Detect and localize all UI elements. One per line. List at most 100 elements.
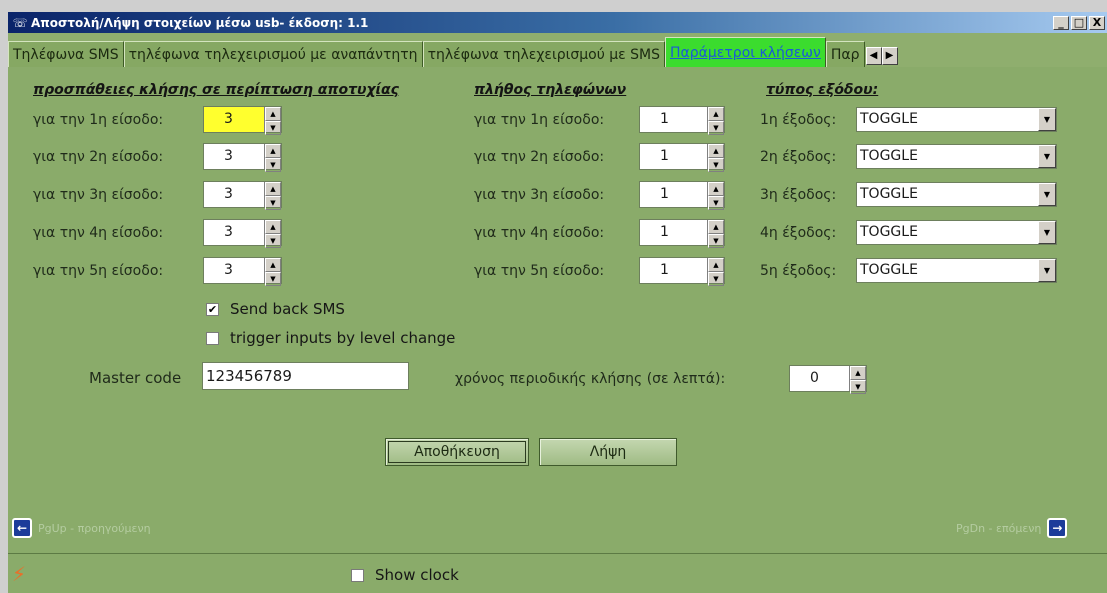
chevron-down-icon[interactable]: ▼ [1038, 108, 1056, 131]
show-clock-label: Show clock [375, 566, 459, 584]
chevron-down-icon[interactable]: ▼ [1038, 221, 1056, 244]
stepper-up-icon[interactable]: ▲ [708, 107, 724, 121]
phones-label-5: για την 5η είσοδο: [474, 263, 605, 279]
plug-connected-icon: ⚡ [12, 562, 27, 586]
stepper-down-icon[interactable]: ▼ [708, 121, 724, 135]
stepper-down-icon[interactable]: ▼ [265, 196, 281, 210]
output-select-2[interactable]: TOGGLE ▼ [856, 144, 1057, 169]
attempts-label-3: για την 3η είσοδο: [33, 187, 164, 203]
phones-label-2: για την 2η είσοδο: [474, 149, 605, 165]
stepper-up-icon[interactable]: ▲ [265, 220, 281, 234]
phones-stepper-4[interactable]: 1 ▲ ▼ [639, 219, 725, 248]
phones-value-4[interactable]: 1 [640, 220, 707, 245]
output-select-5[interactable]: TOGGLE ▼ [856, 258, 1057, 283]
attempts-value-2[interactable]: 3 [204, 144, 264, 169]
phones-stepper-1[interactable]: 1 ▲ ▼ [639, 106, 725, 135]
prev-page-label: PgUp - προηγούμενη [38, 521, 151, 535]
stepper-down-icon[interactable]: ▼ [265, 272, 281, 286]
show-clock-checkbox[interactable]: Show clock [351, 566, 459, 584]
arrow-left-icon[interactable]: ← [12, 518, 32, 538]
output-select-1[interactable]: TOGGLE ▼ [856, 107, 1057, 132]
trigger-level-checkbox[interactable]: trigger inputs by level change [206, 329, 455, 347]
phones-value-1[interactable]: 1 [640, 107, 707, 132]
phones-stepper-3[interactable]: 1 ▲ ▼ [639, 181, 725, 210]
phones-label-1: για την 1η είσοδο: [474, 112, 605, 128]
stepper-up-icon[interactable]: ▲ [708, 220, 724, 234]
phones-value-3[interactable]: 1 [640, 182, 707, 207]
phones-stepper-5[interactable]: 1 ▲ ▼ [639, 257, 725, 286]
tab-remote-sms[interactable]: τηλέφωνα τηλεχειρισμού με SMS [422, 41, 666, 67]
attempts-label-4: για την 4η είσοδο: [33, 225, 164, 241]
phones-value-2[interactable]: 1 [640, 144, 707, 169]
save-button[interactable]: Αποθήκευση [385, 438, 529, 466]
stepper-down-icon[interactable]: ▼ [265, 158, 281, 172]
send-back-sms-checkbox[interactable]: ✔ Send back SMS [206, 300, 345, 318]
attempts-value-3[interactable]: 3 [204, 182, 264, 207]
phones-value-5[interactable]: 1 [640, 258, 707, 283]
output-select-3[interactable]: TOGGLE ▼ [856, 182, 1057, 207]
stepper-down-icon[interactable]: ▼ [708, 272, 724, 286]
stepper-up-icon[interactable]: ▲ [265, 182, 281, 196]
stepper-down-icon[interactable]: ▼ [708, 234, 724, 248]
attempts-stepper-1[interactable]: 3 ▲ ▼ [203, 106, 282, 135]
attempts-heading: προσπάθειες κλήσης σε περίπτωση αποτυχία… [33, 82, 399, 98]
tab-scroll-left-icon[interactable]: ◀ [865, 47, 882, 65]
master-code-label: Master code [89, 369, 182, 387]
phones-label-4: για την 4η είσοδο: [474, 225, 605, 241]
attempts-value-4[interactable]: 3 [204, 220, 264, 245]
telephone-icon: ☏ [12, 15, 28, 30]
attempts-label-5: για την 5η είσοδο: [33, 263, 164, 279]
attempts-stepper-2[interactable]: 3 ▲ ▼ [203, 143, 282, 172]
stepper-up-icon[interactable]: ▲ [265, 144, 281, 158]
stepper-up-icon[interactable]: ▲ [708, 144, 724, 158]
periodic-call-stepper[interactable]: 0 ▲ ▼ [789, 365, 867, 394]
stepper-up-icon[interactable]: ▲ [265, 258, 281, 272]
periodic-call-label: χρόνος περιοδικής κλήσης (σε λεπτά): [455, 371, 726, 387]
stepper-up-icon[interactable]: ▲ [265, 107, 281, 121]
chevron-down-icon[interactable]: ▼ [1038, 145, 1056, 168]
output-label-2: 2η έξοδος: [760, 149, 837, 165]
stepper-down-icon[interactable]: ▼ [850, 380, 866, 394]
attempts-stepper-5[interactable]: 3 ▲ ▼ [203, 257, 282, 286]
output-label-3: 3η έξοδος: [760, 187, 837, 203]
output-label-1: 1η έξοδος: [760, 112, 837, 128]
chevron-down-icon[interactable]: ▼ [1038, 183, 1056, 206]
attempts-stepper-4[interactable]: 3 ▲ ▼ [203, 219, 282, 248]
stepper-up-icon[interactable]: ▲ [850, 366, 866, 380]
stepper-up-icon[interactable]: ▲ [708, 258, 724, 272]
tab-scroll-right-icon[interactable]: ▶ [881, 47, 898, 65]
stepper-up-icon[interactable]: ▲ [708, 182, 724, 196]
phones-stepper-2[interactable]: 1 ▲ ▼ [639, 143, 725, 172]
prev-page-nav[interactable]: ← PgUp - προηγούμενη [12, 518, 151, 538]
tab-call-parameters[interactable]: Παράμετροι κλήσεων [665, 37, 826, 67]
stepper-down-icon[interactable]: ▼ [265, 121, 281, 135]
master-code-field[interactable]: 123456789 [202, 362, 409, 390]
receive-button[interactable]: Λήψη [539, 438, 677, 466]
attempts-label-2: για την 2η είσοδο: [33, 149, 164, 165]
status-bar: ⚡ Show clock [8, 553, 1107, 593]
checkmark-icon[interactable]: ✔ [206, 302, 219, 316]
maximize-button[interactable]: □ [1071, 15, 1087, 30]
tab-truncated[interactable]: Παρ [825, 41, 865, 67]
tab-sms-phones[interactable]: Τηλέφωνα SMS [8, 41, 124, 67]
attempts-value-1[interactable]: 3 [204, 107, 264, 132]
stepper-down-icon[interactable]: ▼ [708, 158, 724, 172]
output-label-4: 4η έξοδος: [760, 225, 837, 241]
close-button[interactable]: X [1089, 15, 1105, 30]
periodic-call-value[interactable]: 0 [790, 366, 849, 391]
tab-strip: Τηλέφωνα SMS τηλέφωνα τηλεχειρισμού με α… [8, 33, 1107, 67]
stepper-down-icon[interactable]: ▼ [708, 196, 724, 210]
stepper-down-icon[interactable]: ▼ [265, 234, 281, 248]
attempts-stepper-3[interactable]: 3 ▲ ▼ [203, 181, 282, 210]
output-type-heading: τύπος εξόδου: [766, 82, 879, 98]
attempts-value-5[interactable]: 3 [204, 258, 264, 283]
call-parameters-panel: προσπάθειες κλήσης σε περίπτωση αποτυχία… [8, 67, 1107, 553]
output-select-4[interactable]: TOGGLE ▼ [856, 220, 1057, 245]
arrow-right-icon[interactable]: → [1047, 518, 1068, 538]
next-page-nav[interactable]: PgDn - επόμενη → [956, 518, 1068, 538]
phones-count-heading: πλήθος τηλεφώνων [474, 82, 627, 98]
send-back-sms-label: Send back SMS [230, 300, 345, 318]
tab-remote-missed-call[interactable]: τηλέφωνα τηλεχειρισμού με αναπάντητη [123, 41, 423, 67]
minimize-button[interactable]: _ [1053, 15, 1069, 30]
chevron-down-icon[interactable]: ▼ [1038, 259, 1056, 282]
